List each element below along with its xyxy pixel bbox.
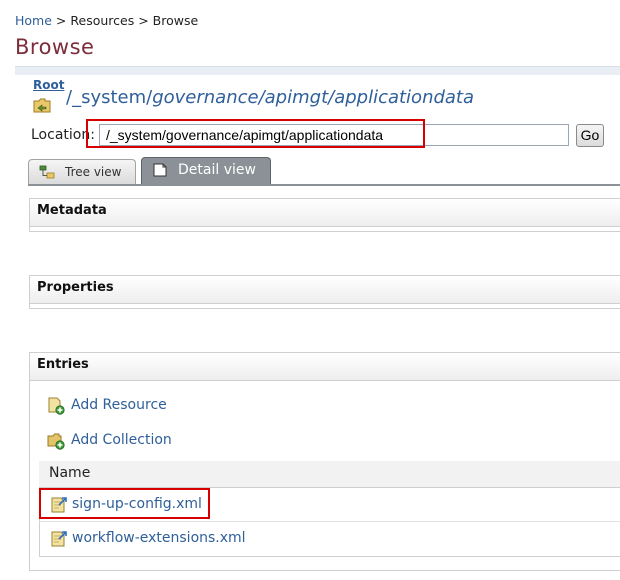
breadcrumb-home-link[interactable]: Home — [15, 13, 52, 28]
tab-tree-view-label: Tree view — [65, 165, 122, 179]
breadcrumb-separator: > — [138, 13, 149, 28]
tab-detail-view[interactable]: Detail view — [141, 157, 271, 185]
properties-section-body — [29, 304, 620, 309]
breadcrumb: Home > Resources > Browse — [15, 12, 198, 30]
metadata-section-body — [29, 227, 620, 232]
xml-file-icon — [50, 530, 68, 548]
current-path-link[interactable]: /_system/governance/apimgt/applicationda… — [66, 87, 474, 108]
metadata-section-header[interactable]: Metadata — [29, 198, 620, 227]
root-folder-icon[interactable] — [33, 96, 51, 114]
location-highlight-box — [86, 119, 425, 148]
detail-view-icon — [152, 163, 168, 177]
breadcrumb-browse: Browse — [152, 13, 199, 28]
column-header-name[interactable]: Name — [39, 461, 620, 488]
breadcrumb-separator: > — [55, 13, 67, 28]
entries-section-header[interactable]: Entries — [29, 352, 620, 381]
tab-tree-view[interactable]: Tree view — [28, 159, 136, 185]
tree-view-icon — [39, 165, 55, 179]
go-button[interactable]: Go — [576, 124, 604, 147]
add-resource-label[interactable]: Add Resource — [71, 397, 167, 413]
tab-detail-view-label: Detail view — [178, 162, 256, 178]
entry-highlight-box — [39, 488, 210, 519]
title-divider — [15, 66, 620, 75]
add-resource-icon — [47, 397, 65, 415]
path-rest[interactable]: governance/apimgt/applicationdata — [152, 87, 474, 108]
root-link[interactable]: Root — [33, 78, 64, 92]
path-prefix[interactable]: /_system/ — [66, 87, 152, 108]
add-collection-icon — [47, 432, 65, 450]
properties-section-header[interactable]: Properties — [29, 275, 620, 304]
breadcrumb-resources: Resources — [70, 13, 135, 28]
page-title: Browse — [15, 35, 95, 59]
add-collection-label[interactable]: Add Collection — [71, 432, 172, 448]
tab-underline — [28, 184, 620, 186]
table-row[interactable]: workflow-extensions.xml — [39, 522, 620, 556]
entry-link[interactable]: workflow-extensions.xml — [72, 530, 246, 546]
